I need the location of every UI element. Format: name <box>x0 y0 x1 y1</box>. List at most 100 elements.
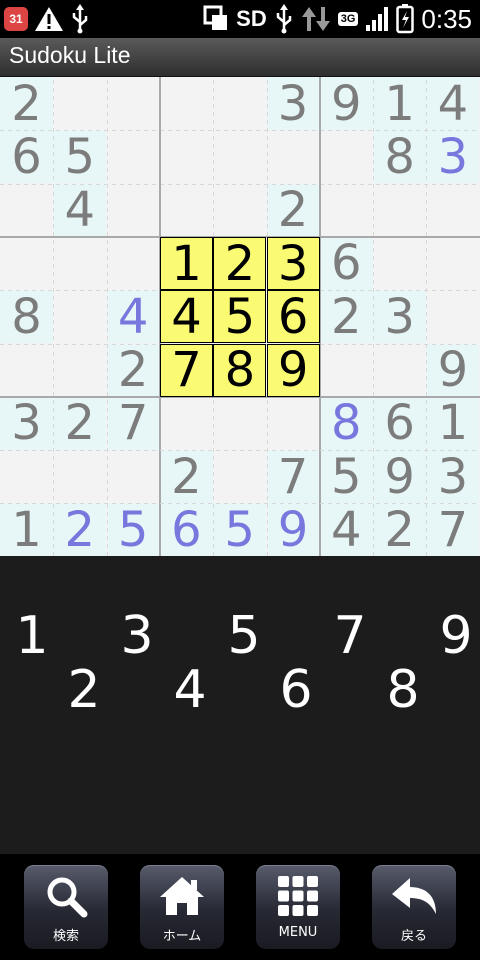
number-pad-key[interactable]: 8 <box>213 343 267 397</box>
sudoku-cell[interactable]: 3 <box>426 130 480 184</box>
sudoku-cell[interactable]: 7 <box>426 503 480 557</box>
sudoku-cell[interactable]: 3 <box>266 77 320 130</box>
sudoku-cell[interactable]: 9 <box>319 77 373 130</box>
picker-number[interactable]: 7 <box>324 608 376 664</box>
number-pad-key[interactable]: 7 <box>159 343 214 397</box>
sudoku-cell[interactable] <box>213 77 266 130</box>
sudoku-cell[interactable]: 5 <box>319 450 373 504</box>
sudoku-cell[interactable]: 8 <box>373 130 427 184</box>
sudoku-cell[interactable] <box>373 184 426 237</box>
sudoku-cell[interactable] <box>107 184 160 237</box>
status-bar: 31 SD 3G 0:35 <box>0 0 480 38</box>
sudoku-cell[interactable] <box>267 130 320 183</box>
sudoku-cell[interactable]: 7 <box>266 450 320 504</box>
sudoku-cell[interactable]: 4 <box>319 503 373 557</box>
picker-number[interactable]: 2 <box>58 662 110 718</box>
sudoku-cell[interactable] <box>0 184 53 237</box>
sudoku-cell[interactable] <box>320 184 373 237</box>
number-pad-key[interactable]: 6 <box>266 290 320 344</box>
back-button[interactable]: 戻る <box>372 865 456 949</box>
sudoku-cell[interactable]: 4 <box>53 183 107 237</box>
sudoku-cell[interactable] <box>213 450 266 503</box>
sudoku-cell[interactable]: 6 <box>373 396 427 450</box>
sudoku-cell[interactable] <box>0 450 53 503</box>
sudoku-cell[interactable] <box>107 130 160 183</box>
picker-number[interactable]: 8 <box>377 662 429 718</box>
sudoku-cell[interactable] <box>373 344 426 397</box>
sudoku-cell[interactable]: 6 <box>319 236 373 290</box>
sudoku-cell[interactable] <box>107 237 160 290</box>
picker-number[interactable]: 9 <box>430 608 480 664</box>
number-pad-key[interactable]: 5 <box>213 290 267 344</box>
sudoku-cell[interactable] <box>426 290 479 343</box>
sudoku-cell[interactable] <box>320 130 373 183</box>
sudoku-cell[interactable]: 2 <box>266 183 320 237</box>
sudoku-cell[interactable]: 9 <box>373 450 427 504</box>
sudoku-cell[interactable]: 2 <box>106 343 160 397</box>
sudoku-cell[interactable]: 2 <box>0 77 53 130</box>
sudoku-cell[interactable]: 2 <box>159 450 213 504</box>
sudoku-cell[interactable]: 8 <box>0 290 53 344</box>
sudoku-cell[interactable]: 3 <box>373 290 427 344</box>
picker-number[interactable]: 3 <box>111 608 163 664</box>
sudoku-cell[interactable] <box>160 184 213 237</box>
picker-number[interactable]: 6 <box>270 662 322 718</box>
sudoku-board: 2391465834268423293278612759312565942712… <box>0 77 480 557</box>
sudoku-cell[interactable] <box>53 290 106 343</box>
sudoku-cell[interactable]: 2 <box>53 396 107 450</box>
sudoku-cell[interactable]: 4 <box>106 290 160 344</box>
sudoku-cell[interactable] <box>373 237 426 290</box>
sudoku-cell[interactable]: 1 <box>426 396 480 450</box>
sudoku-cell[interactable]: 3 <box>0 396 53 450</box>
sudoku-cell[interactable]: 2 <box>319 290 373 344</box>
sudoku-cell[interactable]: 6 <box>159 503 213 557</box>
sudoku-cell[interactable] <box>426 184 479 237</box>
search-button[interactable]: 検索 <box>24 865 108 949</box>
sudoku-cell[interactable] <box>267 397 320 450</box>
sudoku-cell[interactable]: 2 <box>373 503 427 557</box>
sudoku-cell[interactable] <box>160 130 213 183</box>
sudoku-cell[interactable] <box>53 344 106 397</box>
menu-button[interactable]: MENU <box>256 865 340 949</box>
home-button[interactable]: ホーム <box>140 865 224 949</box>
sudoku-cell[interactable]: 9 <box>266 503 320 557</box>
sudoku-cell[interactable] <box>53 77 106 130</box>
sudoku-cell[interactable] <box>0 344 53 397</box>
sudoku-cell[interactable] <box>426 237 479 290</box>
home-label: ホーム <box>162 929 202 944</box>
sudoku-cell[interactable]: 3 <box>426 450 480 504</box>
sudoku-cell[interactable] <box>0 237 53 290</box>
back-arrow-icon <box>392 878 436 914</box>
sudoku-cell[interactable] <box>160 397 213 450</box>
number-pad-key[interactable]: 1 <box>159 236 214 291</box>
sudoku-cell[interactable]: 4 <box>426 77 480 130</box>
number-pad-key[interactable]: 3 <box>266 236 320 291</box>
sudoku-cell[interactable]: 2 <box>53 503 107 557</box>
number-pad-key[interactable]: 4 <box>159 290 214 344</box>
picker-number[interactable]: 5 <box>218 608 270 664</box>
sudoku-cell[interactable]: 7 <box>106 396 160 450</box>
sudoku-cell[interactable]: 5 <box>53 130 107 184</box>
network-type-label: 3G <box>337 12 359 26</box>
sudoku-cell[interactable] <box>160 77 213 130</box>
sudoku-cell[interactable] <box>320 344 373 397</box>
sudoku-cell[interactable] <box>53 450 106 503</box>
sudoku-cell[interactable]: 1 <box>0 503 53 557</box>
sudoku-cell[interactable] <box>213 397 266 450</box>
sudoku-cell[interactable] <box>53 237 106 290</box>
sudoku-cell[interactable]: 5 <box>106 503 160 557</box>
picker-number[interactable]: 1 <box>6 608 58 664</box>
sudoku-cell[interactable]: 6 <box>0 130 53 184</box>
sudoku-cell[interactable]: 5 <box>213 503 267 557</box>
sudoku-cell[interactable] <box>213 184 266 237</box>
picker-number[interactable]: 4 <box>164 662 216 718</box>
sudoku-cell[interactable] <box>107 77 160 130</box>
grid-line <box>106 77 108 556</box>
number-pad-key[interactable]: 9 <box>266 343 320 397</box>
number-pad-key[interactable]: 2 <box>213 236 267 291</box>
sudoku-cell[interactable] <box>213 130 266 183</box>
sudoku-cell[interactable]: 1 <box>373 77 427 130</box>
sudoku-cell[interactable]: 9 <box>426 343 480 397</box>
sudoku-cell[interactable]: 8 <box>319 396 373 450</box>
sudoku-cell[interactable] <box>107 450 160 503</box>
